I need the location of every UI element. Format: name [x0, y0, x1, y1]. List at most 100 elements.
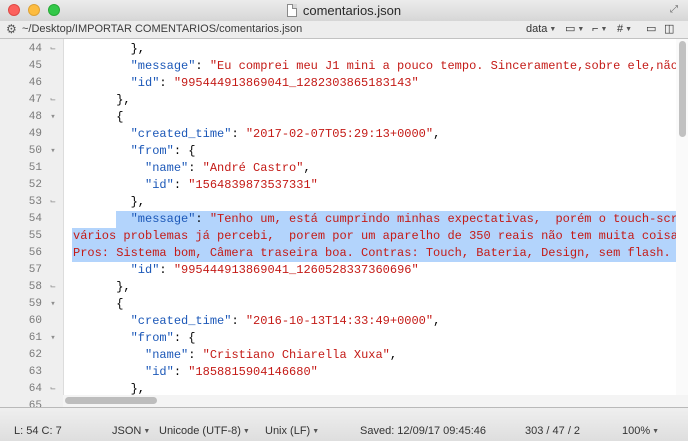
- json-string: "Tenho um, está cumprindo minhas expecta…: [209, 212, 688, 226]
- json-key: "id": [145, 178, 174, 192]
- marker-menu-label: #: [617, 23, 624, 35]
- fold-end-icon: ⌙: [50, 44, 56, 54]
- code-editor[interactable]: 44 ⌙ }, 45 "message": "Eu comprei meu J1 m…: [0, 39, 688, 407]
- json-string: "André Castro": [202, 161, 304, 175]
- json-punctuation: :: [159, 263, 174, 277]
- json-punctuation: : {: [173, 144, 196, 158]
- function-menu[interactable]: data ▼: [526, 21, 556, 38]
- code-line[interactable]: 58 ⌙ },: [0, 279, 688, 296]
- code-text: "name": "Cristiano Chiarella Xuxa",: [73, 347, 397, 364]
- split-view-vertical-icon[interactable]: ◫: [664, 21, 674, 38]
- line-number: 44: [28, 43, 42, 55]
- line-number: 57: [28, 264, 42, 276]
- zoom-label: 100%: [622, 425, 651, 437]
- code-line[interactable]: 55 vários problemas já percebi, porem por…: [0, 228, 688, 245]
- fullscreen-icon[interactable]: ⤢: [668, 4, 680, 16]
- code-text: },: [73, 92, 130, 109]
- gear-icon[interactable]: ⚙: [6, 21, 17, 38]
- fold-end-icon: ⌙: [50, 95, 56, 105]
- line-number: 63: [28, 366, 42, 378]
- encoding-label: Unicode (UTF-8): [159, 425, 241, 437]
- fold-toggle-icon[interactable]: ▾: [48, 143, 58, 160]
- code-line[interactable]: 49 "created_time": "2017-02-07T05:29:13+…: [0, 126, 688, 143]
- json-punctuation: :: [173, 365, 189, 379]
- line-number: 56: [28, 247, 42, 259]
- code-line[interactable]: 47 ⌙ },: [0, 92, 688, 109]
- code-line[interactable]: 51 "name": "André Castro",: [0, 160, 688, 177]
- zoom-menu[interactable]: 100% ▼: [622, 419, 659, 444]
- line-endings-menu[interactable]: Unix (LF) ▼: [265, 419, 319, 444]
- code-line[interactable]: 60 "created_time": "2016-10-13T14:33:49+…: [0, 313, 688, 330]
- json-string: "1858815904146680": [188, 365, 318, 379]
- code-line[interactable]: 44 ⌙ },: [0, 41, 688, 58]
- fold-toggle-icon[interactable]: ▾: [48, 109, 58, 126]
- fold-toggle-icon[interactable]: ▾: [48, 330, 58, 347]
- code-line[interactable]: 61 ▾ "from": {: [0, 330, 688, 347]
- line-number: 58: [28, 281, 42, 293]
- code-line[interactable]: 46 "id": "995444913869041_12823038651831…: [0, 75, 688, 92]
- marker-menu[interactable]: # ▼: [617, 21, 632, 38]
- json-punctuation: [73, 59, 131, 73]
- bookmark-menu[interactable]: ⌐ ▼: [592, 21, 607, 38]
- fold-end-icon: ⌙: [50, 282, 56, 292]
- json-punctuation: [73, 314, 131, 328]
- code-text: "name": "André Castro",: [73, 160, 311, 177]
- horizontal-scrollbar[interactable]: [63, 395, 688, 407]
- json-punctuation: [73, 144, 131, 158]
- json-key: "id": [130, 76, 160, 90]
- code-line[interactable]: 45 "message": "Eu comprei meu J1 mini a …: [0, 58, 688, 75]
- code-line[interactable]: 56 Pros: Sistema bom, Câmera traseira boa…: [0, 245, 688, 262]
- line-number: 51: [28, 162, 42, 174]
- json-string: "2017-02-07T05:29:13+0000": [245, 127, 434, 141]
- code-line[interactable]: 57 "id": "995444913869041_12605283373606…: [0, 262, 688, 279]
- line-number: 45: [28, 60, 42, 72]
- split-view-icon[interactable]: ▭: [646, 21, 656, 38]
- encoding-menu[interactable]: Unicode (UTF-8) ▼: [159, 419, 250, 444]
- document-counts[interactable]: 303 / 47 / 2: [525, 419, 580, 443]
- code-text: "id": "995444913869041_1260528337360696": [73, 262, 419, 279]
- line-number: 55: [28, 230, 42, 242]
- json-punctuation: :: [159, 76, 174, 90]
- json-string: Pros: Sistema bom, Câmera traseira boa. …: [73, 246, 671, 260]
- line-number: 49: [28, 128, 42, 140]
- page-icon: ▭: [565, 23, 576, 35]
- json-string: "Cristiano Chiarella Xuxa": [202, 348, 390, 362]
- title-bar: comentarios.json ⤢: [0, 0, 688, 22]
- code-line[interactable]: 53 ⌙ },: [0, 194, 688, 211]
- json-punctuation: [73, 331, 131, 345]
- fold-toggle-icon[interactable]: ▾: [48, 296, 58, 313]
- json-punctuation: :: [188, 161, 203, 175]
- document-icon-menu[interactable]: ▭ ▼: [565, 21, 584, 38]
- json-punctuation: },: [73, 280, 131, 294]
- code-line[interactable]: 54 "message": "Tenho um, está cumprindo …: [0, 211, 688, 228]
- code-line[interactable]: 50 ▾ "from": {: [0, 143, 688, 160]
- code-text: "message": "Tenho um, está cumprindo min…: [73, 211, 688, 228]
- code-line[interactable]: 59 ▾ {: [0, 296, 688, 313]
- window-title-wrap: comentarios.json: [0, 2, 688, 19]
- chevron-down-icon: ▼: [652, 428, 660, 435]
- vertical-scroll-thumb[interactable]: [679, 41, 686, 137]
- syntax-label: JSON: [112, 425, 142, 437]
- code-line[interactable]: 48 ▾ {: [0, 109, 688, 126]
- json-key: "id": [130, 263, 160, 277]
- code-line[interactable]: 62 "name": "Cristiano Chiarella Xuxa",: [0, 347, 688, 364]
- json-punctuation: :: [195, 212, 210, 226]
- vertical-scrollbar[interactable]: [676, 39, 688, 407]
- line-number: 60: [28, 315, 42, 327]
- code-line[interactable]: 63 "id": "1858815904146680": [0, 364, 688, 381]
- horizontal-scroll-thumb[interactable]: [65, 397, 157, 404]
- code-line[interactable]: 52 "id": "1564839873537331": [0, 177, 688, 194]
- json-key: "id": [145, 365, 174, 379]
- json-key: "name": [145, 348, 189, 362]
- syntax-menu[interactable]: JSON ▼: [112, 419, 150, 444]
- json-punctuation: [73, 161, 145, 175]
- json-punctuation: ,: [303, 161, 311, 175]
- file-path[interactable]: ~/Desktop/IMPORTAR COMENTARIOS/comentari…: [22, 21, 302, 38]
- json-string: "995444913869041_1282303865183143": [173, 76, 419, 90]
- line-number: 64: [28, 383, 42, 395]
- json-punctuation: [73, 76, 131, 90]
- code-text: {: [73, 296, 123, 313]
- line-number: 54: [28, 213, 42, 225]
- cursor-position[interactable]: L: 54 C: 7: [14, 419, 62, 443]
- code-text: "id": "1564839873537331": [73, 177, 318, 194]
